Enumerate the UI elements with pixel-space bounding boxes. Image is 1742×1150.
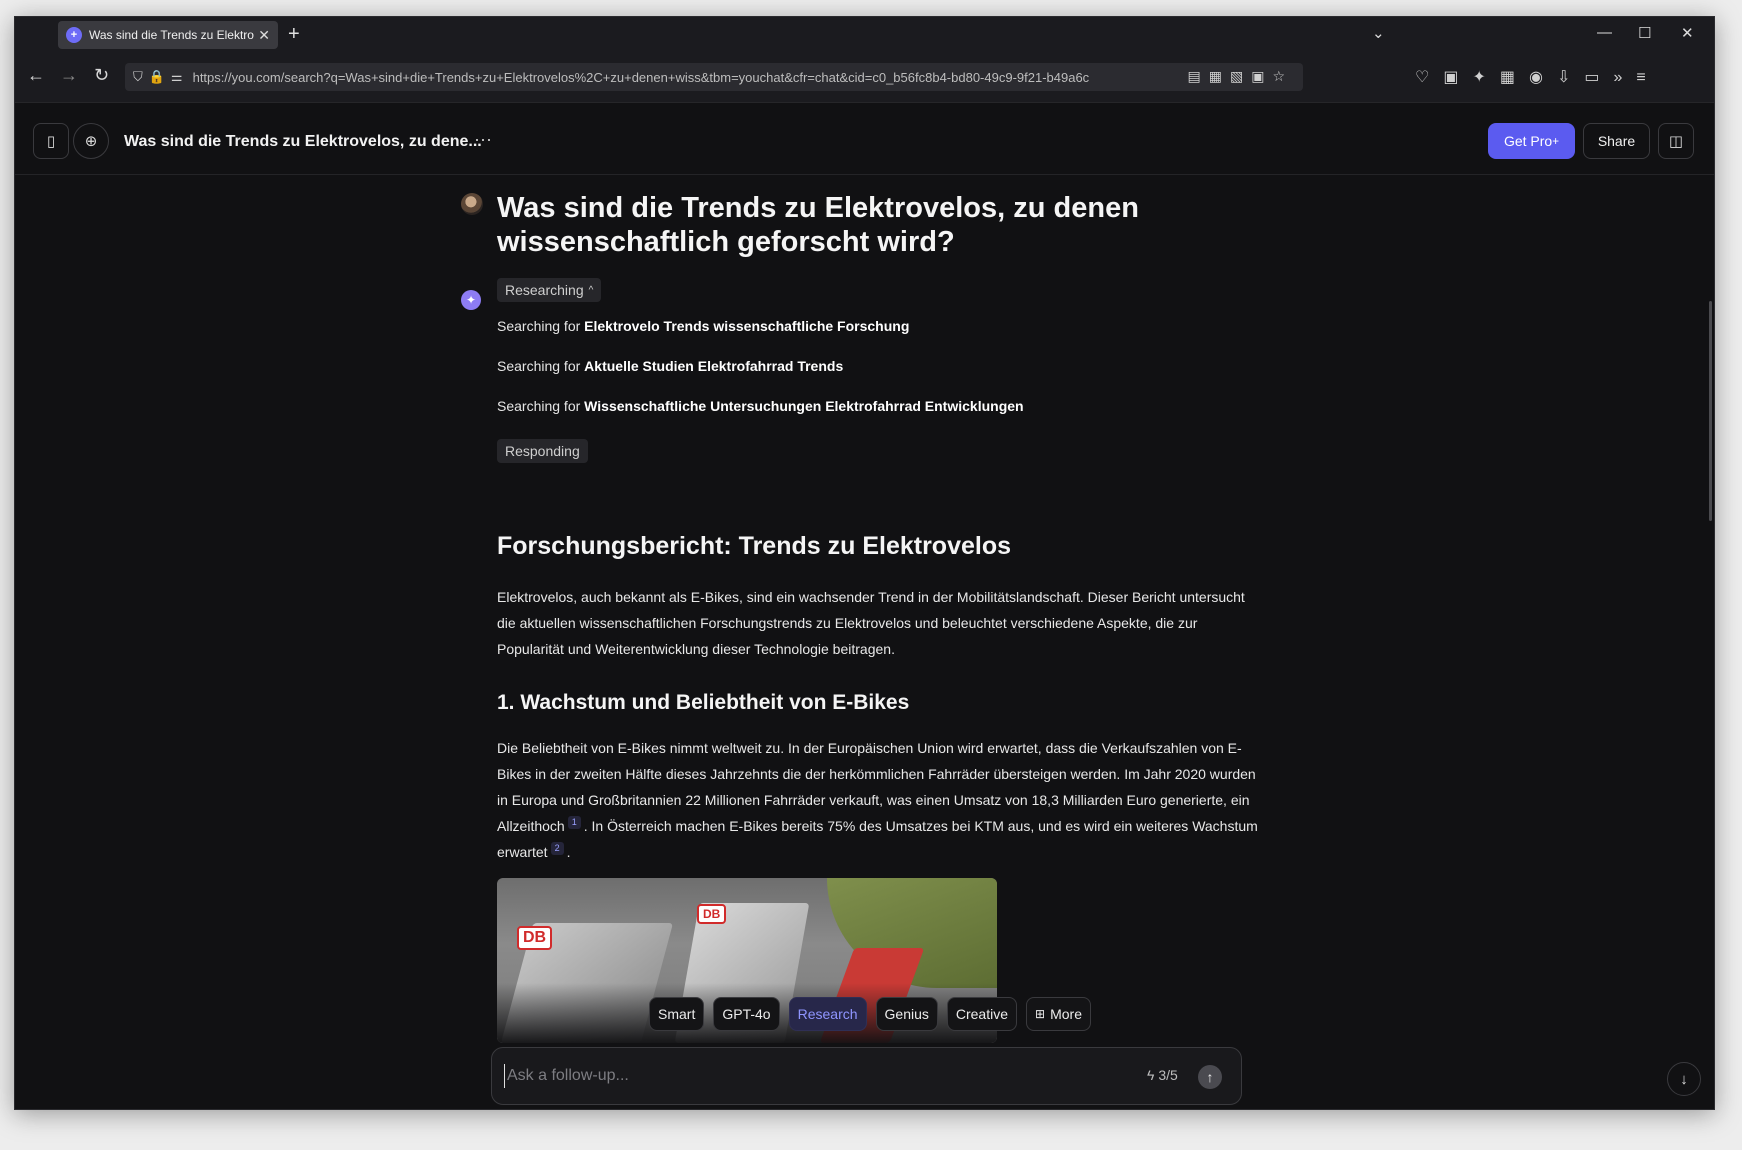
mode-gpt-4o[interactable]: GPT-4o [713, 997, 780, 1031]
close-icon[interactable]: ✕ [258, 27, 270, 44]
site-security-icon[interactable]: ⛉🔒⚌ [133, 69, 189, 85]
browser-tab[interactable]: + Was sind die Trends zu Elektrovelos, z… [58, 21, 278, 49]
minimize-icon[interactable]: — [1597, 24, 1612, 41]
get-pro-button[interactable]: Get Pro + [1488, 123, 1575, 159]
section-text: . [566, 844, 571, 860]
search-step: Searching for Elektrovelo Trends wissens… [497, 318, 909, 334]
credits-value: 3/5 [1158, 1067, 1178, 1083]
search-prefix: Searching for [497, 398, 581, 414]
search-query: Wissenschaftliche Untersuchungen Elektro… [584, 398, 1024, 414]
db-logo: DB [697, 904, 727, 924]
mode-creative[interactable]: Creative [946, 997, 1018, 1031]
back-arrow-icon[interactable]: ← [27, 65, 45, 86]
share-button[interactable]: Share [1583, 123, 1650, 159]
get-pro-plus: + [1552, 134, 1560, 148]
scroll-down-icon[interactable]: ↓ [1667, 1062, 1701, 1096]
reload-icon[interactable]: ↻ [94, 65, 109, 86]
side-panel-icon[interactable]: ◫ [1658, 123, 1694, 159]
researching-toggle[interactable]: Researching ^ [497, 278, 602, 302]
mode-smart[interactable]: Smart [649, 997, 705, 1031]
grid-icon: ⊞ [1035, 1007, 1046, 1021]
chat-content: Was sind die Trends zu Elektrovelos, zu … [15, 175, 1714, 1109]
responding-badge: Responding [497, 439, 588, 463]
user-avatar [461, 193, 483, 215]
search-step: Searching for Wissenschaftliche Untersuc… [497, 398, 1024, 414]
tab-strip: + Was sind die Trends zu Elektrovelos, z… [15, 17, 1714, 53]
user-question: Was sind die Trends zu Elektrovelos, zu … [497, 192, 1139, 258]
section-text: . In Österreich machen E-Bikes bereits 7… [497, 818, 1258, 860]
tab-title: Was sind die Trends zu Elektrovelos, zu … [89, 28, 254, 42]
mode-more[interactable]: ⊞ More [1026, 997, 1091, 1031]
mode-genius[interactable]: Genius [875, 997, 938, 1031]
sidebar-toggle-icon[interactable]: ▯ [33, 123, 69, 159]
browser-window: + Was sind die Trends zu Elektrovelos, z… [14, 16, 1715, 1110]
scrollbar[interactable] [1709, 301, 1712, 521]
db-logo: DB [517, 926, 553, 950]
search-query: Elektrovelo Trends wissenschaftliche For… [584, 318, 910, 334]
forward-arrow-icon[interactable]: → [60, 65, 78, 86]
credits-counter: ϟ 3/5 [1147, 1067, 1178, 1083]
new-tab-icon[interactable]: + [288, 23, 300, 46]
mode-more-label: More [1050, 1006, 1082, 1022]
new-chat-icon[interactable]: ⊕ [73, 123, 109, 159]
navigation-bar: ← → ↻ ⛉🔒⚌ https://you.com/search?q=Was+s… [15, 53, 1714, 103]
maximize-icon[interactable]: ☐ [1638, 24, 1651, 42]
window-close-icon[interactable]: ✕ [1681, 24, 1694, 42]
more-options-icon[interactable]: ··· [474, 129, 492, 150]
chevron-up-icon: ^ [588, 284, 594, 296]
section-title: 1. Wachstum und Beliebtheit von E-Bikes [497, 691, 910, 714]
extension-icons[interactable]: ♡▣✦▦◉⇩▭»≡ [1415, 67, 1660, 87]
you-favicon-icon: + [66, 27, 82, 43]
followup-input[interactable] [504, 1064, 1064, 1088]
citation-link[interactable]: 2 [550, 842, 564, 856]
search-prefix: Searching for [497, 358, 581, 374]
send-arrow-icon[interactable]: ↑ [1198, 1065, 1222, 1089]
reader-mode-icon[interactable]: ▤▦▧▣☆ [1188, 68, 1293, 85]
mode-selector: Smart GPT-4o Research Genius Creative ⊞ … [649, 997, 1091, 1031]
assistant-icon: ✦ [461, 290, 481, 310]
mode-research[interactable]: Research [788, 997, 867, 1031]
report-title: Forschungsbericht: Trends zu Elektrovelo… [497, 532, 1012, 560]
followup-box: ϟ 3/5 ↑ [491, 1047, 1242, 1105]
chevron-down-icon[interactable]: ⌄ [1372, 24, 1385, 42]
lightning-icon: ϟ [1147, 1067, 1155, 1083]
url-text[interactable]: https://you.com/search?q=Was+sind+die+Tr… [193, 70, 1178, 85]
intro-paragraph: Elektrovelos, auch bekannt als E-Bikes, … [497, 589, 1245, 657]
app-header: ▯ ⊕ Was sind die Trends zu Elektrovelos,… [15, 103, 1714, 175]
url-bar[interactable]: ⛉🔒⚌ https://you.com/search?q=Was+sind+di… [125, 63, 1303, 91]
section-paragraph: Die Beliebtheit von E-Bikes nimmt weltwe… [497, 735, 1267, 865]
citation-link[interactable]: 1 [567, 816, 581, 830]
get-pro-label: Get Pro [1503, 133, 1553, 149]
chat-title: Was sind die Trends zu Elektrovelos, zu … [124, 133, 482, 150]
researching-label: Researching [505, 282, 584, 298]
search-prefix: Searching for [497, 318, 581, 334]
search-query: Aktuelle Studien Elektrofahrrad Trends [584, 358, 844, 374]
search-step: Searching for Aktuelle Studien Elektrofa… [497, 358, 843, 374]
